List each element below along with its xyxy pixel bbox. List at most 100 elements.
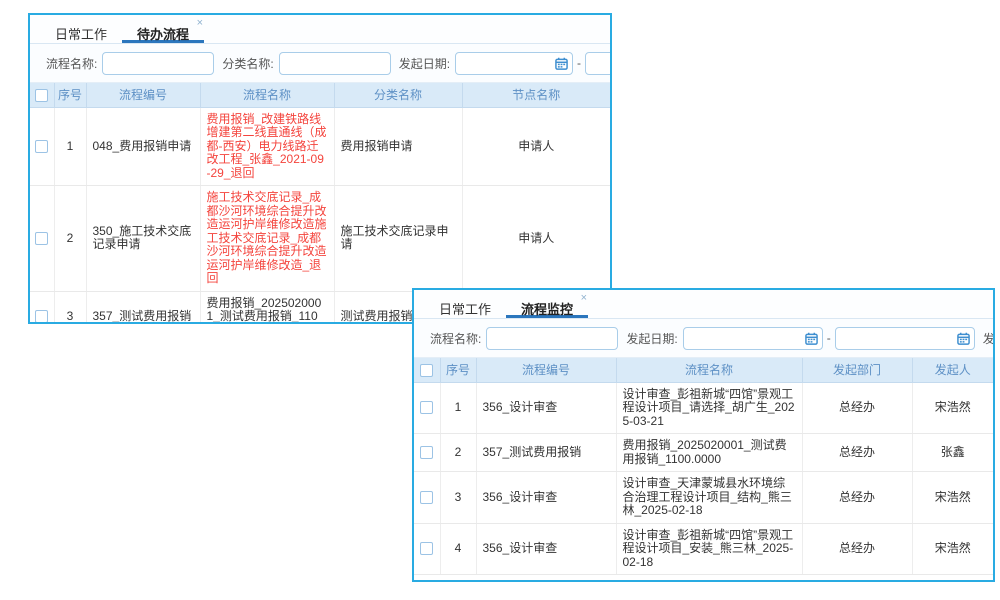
- process-monitor-panel: 日常工作 流程监控 × 流程名称: 发起日期: -: [412, 288, 995, 582]
- cell-code: 356_设计审查: [476, 382, 616, 434]
- start-date-to-input[interactable]: [585, 52, 610, 75]
- col-header-code: 流程编号: [86, 83, 200, 107]
- pending-process-panel: 日常工作 待办流程 × 流程名称: 分类名称: 发起日期: -: [28, 13, 612, 324]
- col-header-code: 流程编号: [476, 358, 616, 382]
- cell-no: 2: [54, 186, 86, 292]
- cell-name: 费用报销_2025020001_测试费用报销_1100.0000: [616, 434, 802, 472]
- start-date-from-input[interactable]: [683, 327, 823, 350]
- row-select-cell: [30, 107, 54, 186]
- cell-dept: 总经办: [802, 523, 912, 575]
- row-checkbox[interactable]: [35, 140, 48, 153]
- cell-name: 设计审查_彭祖新城“四馆”景观工程设计项目_请选择_胡广生_2025-03-21: [616, 382, 802, 434]
- cell-dept: 总经办: [802, 434, 912, 472]
- tab-bar: 日常工作 待办流程 ×: [30, 15, 610, 44]
- cell-no: 1: [440, 382, 476, 434]
- col-header-name: 流程名称: [200, 83, 334, 107]
- table-row: 1048_费用报销申请费用报销_改建铁路线增建第二线直通线（成都-西安）电力线路…: [30, 107, 610, 186]
- cell-no: 3: [440, 472, 476, 524]
- cell-code: 350_施工技术交底记录申请: [86, 186, 200, 292]
- start-date-label: 发起日期:: [626, 330, 677, 347]
- tab-pending-process[interactable]: 待办流程 ×: [122, 18, 204, 43]
- col-header-no: 序号: [54, 83, 86, 107]
- cell-dept: 总经办: [802, 472, 912, 524]
- cell-user: 宋浩然: [912, 472, 993, 524]
- category-name-label: 分类名称:: [222, 55, 273, 72]
- row-select-cell: [414, 382, 440, 434]
- tab-label: 流程监控: [521, 302, 573, 317]
- row-select-cell: [30, 291, 54, 324]
- cell-category: 施工技术交底记录申请: [334, 186, 462, 292]
- row-checkbox[interactable]: [35, 310, 48, 323]
- row-checkbox[interactable]: [35, 232, 48, 245]
- row-select-cell: [414, 434, 440, 472]
- row-select-cell: [30, 186, 54, 292]
- initiator-label: 发起人:: [983, 330, 993, 347]
- process-name-label: 流程名称:: [430, 330, 481, 347]
- cell-no: 3: [54, 291, 86, 324]
- cell-node: 申请人: [462, 186, 610, 292]
- row-checkbox[interactable]: [420, 401, 433, 414]
- tab-close-icon[interactable]: ×: [197, 18, 203, 29]
- tab-close-icon[interactable]: ×: [581, 293, 587, 304]
- cell-dept: 总经办: [802, 382, 912, 434]
- date-range-separator: -: [827, 331, 831, 345]
- cell-code: 357_测试费用报销: [476, 434, 616, 472]
- col-header-user: 发起人: [912, 358, 993, 382]
- cell-no: 4: [440, 523, 476, 575]
- cell-code: 356_设计审查: [476, 472, 616, 524]
- table-header-row: 序号 流程编号 流程名称 发起部门 发起人: [414, 358, 993, 382]
- calendar-icon[interactable]: [555, 57, 568, 70]
- cell-no: 2: [440, 434, 476, 472]
- col-header-no: 序号: [440, 358, 476, 382]
- filter-bar: 流程名称: 分类名称: 发起日期: -: [30, 44, 610, 83]
- row-select-cell: [414, 472, 440, 524]
- category-name-input[interactable]: [279, 52, 391, 75]
- select-all-cell: [414, 358, 440, 382]
- tab-label: 待办流程: [137, 27, 189, 42]
- table-row: 2357_测试费用报销费用报销_2025020001_测试费用报销_1100.0…: [414, 434, 993, 472]
- col-header-dept: 发起部门: [802, 358, 912, 382]
- select-all-checkbox[interactable]: [35, 89, 48, 102]
- table-row: 2350_施工技术交底记录申请施工技术交底记录_成都沙河环境综合提升改造运河护岸…: [30, 186, 610, 292]
- cell-user: 张鑫: [912, 434, 993, 472]
- cell-name: 设计审查_彭祖新城“四馆”景观工程设计项目_安装_熊三林_2025-02-18: [616, 523, 802, 575]
- cell-name: 施工技术交底记录_成都沙河环境综合提升改造运河护岸维修改造施工技术交底记录_成都…: [200, 186, 334, 292]
- start-date-label: 发起日期:: [399, 55, 450, 72]
- col-header-name: 流程名称: [616, 358, 802, 382]
- col-header-node: 节点名称: [462, 83, 610, 107]
- cell-code: 048_费用报销申请: [86, 107, 200, 186]
- calendar-icon[interactable]: [957, 332, 970, 345]
- tab-daily-work[interactable]: 日常工作: [424, 293, 506, 318]
- select-all-checkbox[interactable]: [420, 364, 433, 377]
- row-checkbox[interactable]: [420, 446, 433, 459]
- date-range-separator: -: [577, 56, 581, 70]
- cell-name: 费用报销_2025020001_测试费用报销_1100.0000: [200, 291, 334, 324]
- select-all-cell: [30, 83, 54, 107]
- cell-name: 设计审查_天津蒙城县水环境综合治理工程设计项目_结构_熊三林_2025-02-1…: [616, 472, 802, 524]
- row-checkbox[interactable]: [420, 542, 433, 555]
- cell-category: 费用报销申请: [334, 107, 462, 186]
- cell-name: 费用报销_改建铁路线增建第二线直通线（成都-西安）电力线路迁改工程_张鑫_202…: [200, 107, 334, 186]
- cell-code: 357_测试费用报销: [86, 291, 200, 324]
- col-header-category: 分类名称: [334, 83, 462, 107]
- tab-daily-work[interactable]: 日常工作: [40, 18, 122, 43]
- table-header-row: 序号 流程编号 流程名称 分类名称 节点名称: [30, 83, 610, 107]
- cell-node: 申请人: [462, 107, 610, 186]
- start-date-to-input[interactable]: [835, 327, 975, 350]
- table-row: 3356_设计审查设计审查_天津蒙城县水环境综合治理工程设计项目_结构_熊三林_…: [414, 472, 993, 524]
- tab-process-monitor[interactable]: 流程监控 ×: [506, 293, 588, 318]
- process-name-input[interactable]: [486, 327, 618, 350]
- row-select-cell: [414, 523, 440, 575]
- table-row: 1356_设计审查设计审查_彭祖新城“四馆”景观工程设计项目_请选择_胡广生_2…: [414, 382, 993, 434]
- cell-no: 1: [54, 107, 86, 186]
- process-name-label: 流程名称:: [46, 55, 97, 72]
- row-checkbox[interactable]: [420, 491, 433, 504]
- process-monitor-table: 序号 流程编号 流程名称 发起部门 发起人 1356_设计审查设计审查_彭祖新城…: [414, 358, 993, 575]
- table-row: 4356_设计审查设计审查_彭祖新城“四馆”景观工程设计项目_安装_熊三林_20…: [414, 523, 993, 575]
- cell-user: 宋浩然: [912, 523, 993, 575]
- filter-bar: 流程名称: 发起日期: -: [414, 319, 993, 358]
- process-name-input[interactable]: [102, 52, 214, 75]
- tab-bar: 日常工作 流程监控 ×: [414, 290, 993, 319]
- cell-code: 356_设计审查: [476, 523, 616, 575]
- calendar-icon[interactable]: [805, 332, 818, 345]
